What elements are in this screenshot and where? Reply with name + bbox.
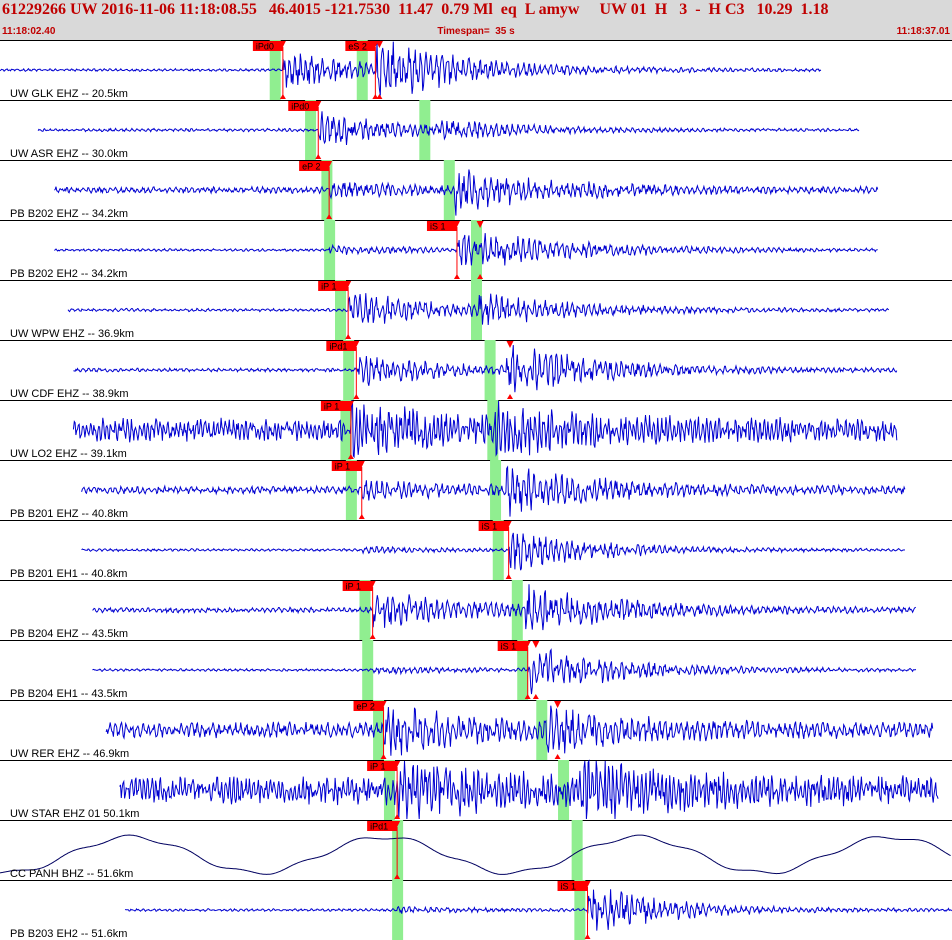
trace-row[interactable]: iPd0 eS 2 UW GLK EHZ -- 20.5km — [0, 40, 952, 100]
p-pick-label: iP 1 — [324, 402, 339, 412]
waveform — [54, 169, 879, 216]
pick-marker[interactable] — [506, 341, 514, 348]
event-summary: 61229266 UW 2016-11-06 11:18:08.55 46.40… — [2, 1, 829, 18]
waveform — [92, 648, 917, 695]
trace-row[interactable]: eP 2 PB B202 EHZ -- 34.2km — [0, 160, 952, 220]
trace-row[interactable]: iS 1 PB B202 EH2 -- 34.2km — [0, 220, 952, 280]
waveform — [0, 834, 951, 875]
waveform — [105, 705, 934, 756]
waveform — [119, 759, 939, 820]
pick-window — [536, 700, 548, 760]
waveform — [37, 111, 860, 146]
channel-label: UW WPW EHZ -- 36.9km — [10, 328, 134, 340]
channel-label: PB B202 EH2 -- 34.2km — [10, 268, 127, 280]
p-pick-tick — [353, 394, 360, 399]
s-pick-label: iS 1 — [482, 522, 498, 532]
channel-label: UW LO2 EHZ -- 39.1km — [10, 448, 127, 460]
start-time: 11:18:02.40 — [2, 26, 56, 37]
trace-row[interactable]: iP 1 UW WPW EHZ -- 36.9km — [0, 280, 952, 340]
trace-row[interactable]: eP 2 UW RER EHZ -- 46.9km — [0, 700, 952, 760]
channel-label: PB B202 EHZ -- 34.2km — [10, 208, 128, 220]
pick-window — [484, 340, 496, 400]
channel-label: UW GLK EHZ -- 20.5km — [10, 88, 128, 100]
channel-label: UW CDF EHZ -- 38.9km — [10, 388, 129, 400]
trace-row[interactable]: iP 1 PB B201 EHZ -- 40.8km — [0, 460, 952, 520]
channel-label: PB B204 EH1 -- 43.5km — [10, 688, 127, 700]
event-header: 61229266 UW 2016-11-06 11:18:08.55 46.40… — [0, 0, 952, 41]
waveform — [92, 584, 916, 631]
waveform — [54, 233, 878, 266]
p-pick-label: iP 1 — [346, 582, 361, 592]
p-pick-label: eP 2 — [357, 702, 375, 712]
p-pick-tick — [279, 94, 286, 99]
p-pick-tick — [369, 634, 376, 639]
s-pick-tick — [505, 574, 512, 579]
p-pick-label: iP 1 — [335, 462, 350, 472]
pick-window — [419, 100, 431, 160]
pick-marker-tick — [376, 94, 383, 99]
waveform — [124, 889, 952, 931]
timespan-label: Timespan= 35 s — [437, 26, 515, 37]
channel-label: PB B204 EHZ -- 43.5km — [10, 628, 128, 640]
trace-row[interactable]: iS 1 PB B201 EH1 -- 40.8km — [0, 520, 952, 580]
s-pick-label: iS 1 — [430, 222, 446, 232]
trace-row[interactable]: iPd0 UW ASR EHZ -- 30.0km — [0, 100, 952, 160]
s-pick-tick — [453, 274, 460, 279]
trace-row[interactable]: iP 1 PB B204 EHZ -- 43.5km — [0, 580, 952, 640]
trace-row[interactable]: iPd1 UW CDF EHZ -- 38.9km — [0, 340, 952, 400]
channel-label: UW RER EHZ -- 46.9km — [10, 748, 129, 760]
channel-label: UW STAR EHZ 01 50.1km — [10, 808, 139, 820]
trace-row[interactable]: iS 1 PB B203 EH2 -- 51.6km — [0, 880, 952, 940]
pick-marker-tick — [554, 754, 561, 759]
p-pick-label: iP 1 — [321, 282, 336, 292]
seismogram-panel[interactable]: iPd0 eS 2 UW GLK EHZ -- 20.5km iPd0 UW ASR E… — [0, 40, 952, 940]
pick-marker-tick — [532, 694, 539, 699]
channel-label: UW ASR EHZ -- 30.0km — [10, 148, 128, 160]
p-pick-label: iPd0 — [291, 102, 309, 112]
channel-label: PB B201 EHZ -- 40.8km — [10, 508, 128, 520]
p-pick-label: iPd1 — [370, 822, 388, 832]
end-time: 11:18:37.01 — [896, 26, 950, 37]
p-pick-label: eP 2 — [302, 162, 320, 172]
pick-marker-tick — [507, 394, 513, 399]
channel-label: PB B203 EH2 -- 51.6km — [10, 928, 127, 940]
s-pick-tick — [584, 934, 591, 939]
p-pick-tick — [358, 514, 365, 519]
pick-marker[interactable] — [532, 641, 540, 648]
p-pick-tick — [345, 334, 352, 339]
trace-row[interactable]: iPd1 CC PANH BHZ -- 51.6km — [0, 820, 952, 880]
trace-row[interactable]: iP 1 UW LO2 EHZ -- 39.1km — [0, 400, 952, 460]
trace-row[interactable]: iP 1 UW STAR EHZ 01 50.1km — [0, 759, 952, 820]
s-pick-label: eS 2 — [348, 42, 367, 52]
p-pick-label: iPd1 — [329, 342, 347, 352]
s-pick-label: iS 1 — [501, 642, 517, 652]
p-pick-tick — [315, 154, 322, 159]
waveform — [72, 400, 898, 459]
channel-label: CC PANH BHZ -- 51.6km — [10, 868, 133, 880]
p-pick-label: iP 1 — [370, 762, 385, 772]
channel-label: PB B201 EH1 -- 40.8km — [10, 568, 127, 580]
s-pick-label: iS 1 — [561, 882, 577, 892]
p-pick-label: iPd0 — [256, 42, 274, 52]
pick-marker[interactable] — [554, 701, 562, 708]
trace-row[interactable]: iS 1 PB B204 EH1 -- 43.5km — [0, 640, 952, 700]
